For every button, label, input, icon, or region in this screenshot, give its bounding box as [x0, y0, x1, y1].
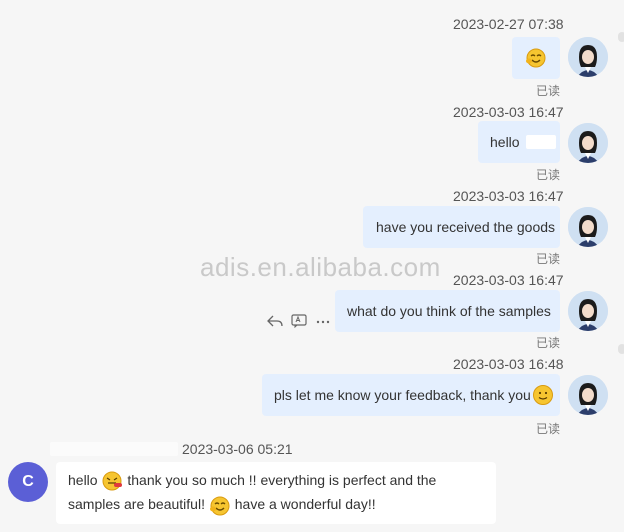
avatar[interactable]: [568, 207, 608, 247]
read-status: 已读: [536, 422, 561, 436]
avatar[interactable]: [568, 37, 608, 77]
message-bubble-outgoing[interactable]: pls let me know your feedback, thank you: [262, 374, 560, 416]
user-avatar-photo-icon: [568, 291, 608, 331]
user-avatar-photo-icon: [568, 375, 608, 415]
reply-icon[interactable]: [266, 312, 284, 330]
message-timestamp: 2023-03-03 16:47: [453, 272, 564, 288]
more-icon[interactable]: [314, 312, 332, 330]
message-bubble-outgoing[interactable]: have you received the goods: [363, 206, 560, 248]
avatar[interactable]: C: [8, 462, 48, 502]
message-bubble-outgoing[interactable]: [512, 37, 560, 79]
message-bubble-outgoing[interactable]: what do you think of the samples: [335, 290, 560, 332]
message-actions-toolbar: [266, 312, 332, 330]
smile-emoji-icon: [532, 385, 553, 405]
message-text: have a wonderful day!!: [234, 496, 376, 513]
message-timestamp: 2023-03-03 16:47: [453, 188, 564, 204]
user-avatar-photo-icon: [568, 123, 608, 163]
message-text: samples are beautiful!: [68, 496, 205, 513]
message-text: hello: [68, 472, 98, 488]
message-text: hello: [490, 134, 520, 150]
avatar[interactable]: [568, 375, 608, 415]
message-text-line: hello thank you so much !! everything is…: [68, 468, 484, 492]
smiley-emoji-icon: [209, 496, 230, 516]
message-text: pls let me know your feedback, thank you: [274, 387, 531, 403]
message-timestamp: 2023-02-27 07:38: [453, 16, 564, 32]
message-text: thank you so much !! everything is perfe…: [127, 472, 437, 488]
read-status: 已读: [536, 336, 561, 350]
message-bubble-incoming[interactable]: hello thank you so much !! everything is…: [56, 462, 496, 524]
message-timestamp: 2023-03-06 05:21: [182, 441, 293, 457]
read-status: 已读: [536, 168, 561, 182]
scroll-indicator[interactable]: [618, 32, 624, 42]
message-bubble-outgoing[interactable]: hello: [478, 121, 560, 163]
tongue-emoji-icon: [102, 471, 123, 491]
read-status: 已读: [536, 252, 561, 266]
read-status: 已读: [536, 84, 561, 98]
message-timestamp: 2023-03-03 16:48: [453, 356, 564, 372]
user-avatar-photo-icon: [568, 37, 608, 77]
watermark: adis.en.alibaba.com: [200, 252, 441, 282]
scroll-indicator[interactable]: [618, 344, 624, 354]
translate-icon[interactable]: [290, 312, 308, 330]
redacted-sender-name: [50, 442, 178, 456]
message-text: what do you think of the samples: [347, 303, 551, 319]
message-text: have you received the goods: [376, 219, 556, 235]
message-text-line: samples are beautiful! have a wonderful …: [68, 492, 484, 516]
chat-window: 2023-02-27 07:38 已读 2023-03-03 16:47 hel…: [0, 0, 624, 532]
message-timestamp: 2023-03-03 16:47: [453, 104, 564, 120]
smiley-emoji-icon: [526, 48, 546, 68]
user-avatar-photo-icon: [568, 207, 608, 247]
avatar[interactable]: [568, 123, 608, 163]
avatar[interactable]: [568, 291, 608, 331]
redacted-name: [525, 135, 556, 149]
